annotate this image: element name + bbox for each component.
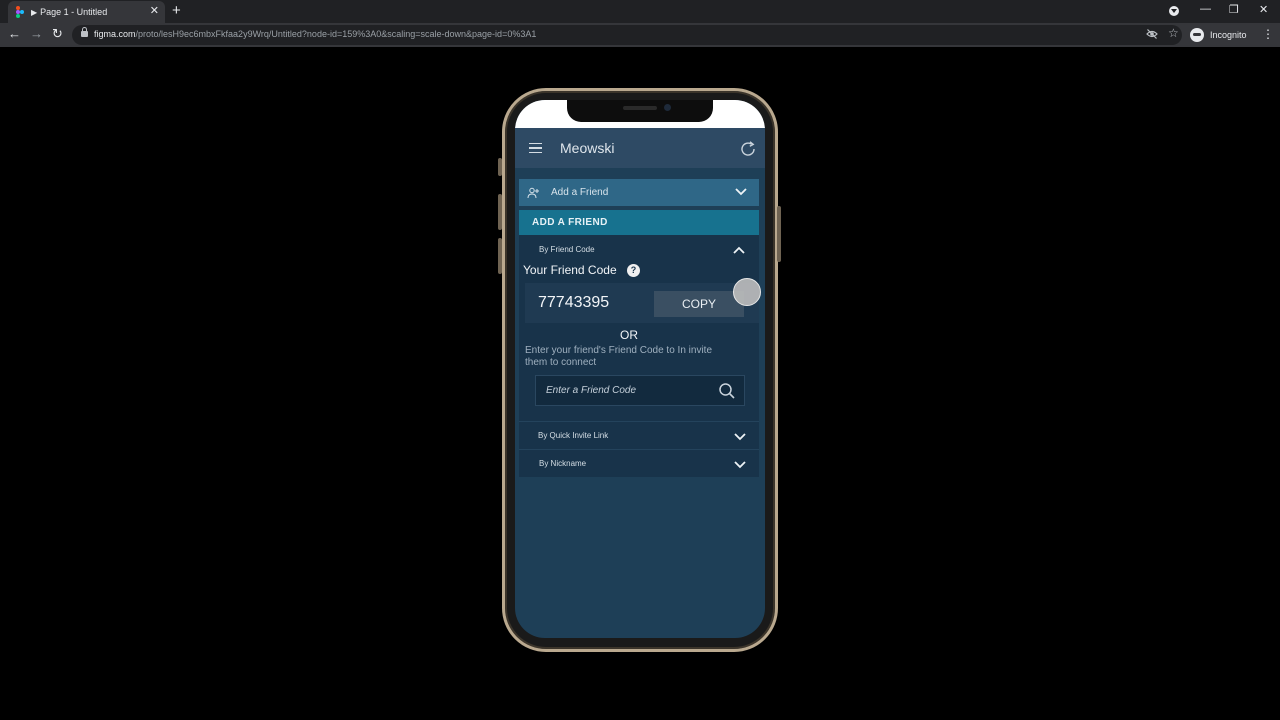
add-friend-panel: By Friend Code Your Friend Code ? 777433… bbox=[519, 235, 761, 477]
camera bbox=[664, 104, 671, 111]
phone-volume-up bbox=[498, 194, 502, 230]
play-icon: ▶ bbox=[31, 7, 38, 17]
chevron-down-icon[interactable] bbox=[734, 432, 746, 441]
divider bbox=[519, 421, 759, 422]
browser-toolbar: ← → ↻ figma.com/proto/lesH9ec6mbxFkfaa2y… bbox=[0, 23, 1280, 47]
forward-icon[interactable]: → bbox=[30, 25, 43, 43]
phone-power-button bbox=[777, 206, 781, 262]
incognito-icon bbox=[1190, 28, 1204, 42]
friend-code-input-wrapper bbox=[535, 375, 745, 406]
add-person-icon bbox=[527, 187, 539, 199]
browser-tab-bar: ▶ Page 1 - Untitled ✕ + — ❐ ✕ bbox=[0, 0, 1280, 23]
reload-icon[interactable]: ↻ bbox=[52, 25, 63, 43]
hamburger-menu-icon[interactable] bbox=[529, 143, 542, 153]
menu-dots-icon[interactable]: ⋮ bbox=[1262, 27, 1274, 41]
figma-icon bbox=[16, 6, 24, 18]
by-quick-invite-link-toggle[interactable]: By Quick Invite Link bbox=[538, 431, 608, 440]
app-title: Meowski bbox=[560, 140, 615, 156]
refresh-icon[interactable] bbox=[739, 140, 757, 158]
your-friend-code-label: Your Friend Code bbox=[523, 263, 617, 277]
by-nickname-toggle[interactable]: By Nickname bbox=[539, 459, 586, 468]
help-icon[interactable]: ? bbox=[627, 264, 640, 277]
browser-tab[interactable]: ▶ Page 1 - Untitled ✕ bbox=[8, 1, 165, 23]
eye-off-icon[interactable] bbox=[1146, 28, 1158, 43]
close-window-icon[interactable]: ✕ bbox=[1259, 3, 1268, 16]
restore-icon[interactable]: ❐ bbox=[1229, 3, 1239, 16]
minimize-icon[interactable]: — bbox=[1200, 3, 1211, 15]
section-header: ADD A FRIEND bbox=[519, 210, 759, 235]
by-friend-code-toggle[interactable]: By Friend Code bbox=[539, 245, 595, 254]
close-tab-icon[interactable]: ✕ bbox=[150, 4, 159, 17]
back-icon[interactable]: ← bbox=[8, 25, 21, 43]
star-icon[interactable]: ☆ bbox=[1168, 26, 1179, 40]
friend-code-input[interactable] bbox=[536, 376, 712, 405]
phone-mute-button bbox=[498, 158, 502, 176]
add-friend-label: Add a Friend bbox=[551, 187, 609, 198]
status-bar bbox=[515, 100, 765, 128]
incognito-indicator[interactable]: Incognito bbox=[1190, 26, 1247, 44]
tab-title: Page 1 - Untitled bbox=[40, 7, 108, 17]
tab-search-icon[interactable] bbox=[1169, 6, 1179, 16]
phone-volume-down bbox=[498, 238, 502, 274]
phone-notch bbox=[567, 100, 713, 122]
phone-screen: Meowski Add a Friend ADD A FRIEND By Fri… bbox=[515, 100, 765, 638]
copy-button[interactable]: COPY bbox=[654, 291, 744, 317]
url-text: figma.com/proto/lesH9ec6mbxFkfaa2y9Wrq/U… bbox=[94, 29, 537, 39]
chevron-up-icon[interactable] bbox=[733, 246, 745, 255]
touch-cursor bbox=[733, 278, 761, 306]
add-friend-dropdown[interactable]: Add a Friend bbox=[519, 179, 759, 206]
divider bbox=[519, 449, 759, 450]
search-icon[interactable] bbox=[718, 382, 736, 400]
address-bar[interactable]: figma.com/proto/lesH9ec6mbxFkfaa2y9Wrq/U… bbox=[72, 25, 1182, 45]
chevron-down-icon[interactable] bbox=[734, 460, 746, 469]
friend-code-value: 77743395 bbox=[538, 294, 610, 311]
speaker bbox=[623, 106, 657, 110]
chevron-down-icon bbox=[735, 188, 747, 196]
new-tab-button[interactable]: + bbox=[172, 2, 181, 20]
app-bar: Meowski bbox=[515, 128, 765, 168]
lock-icon bbox=[81, 27, 88, 37]
instructions-text: Enter your friend's Friend Code to In in… bbox=[525, 345, 713, 368]
or-label: OR bbox=[620, 328, 638, 342]
